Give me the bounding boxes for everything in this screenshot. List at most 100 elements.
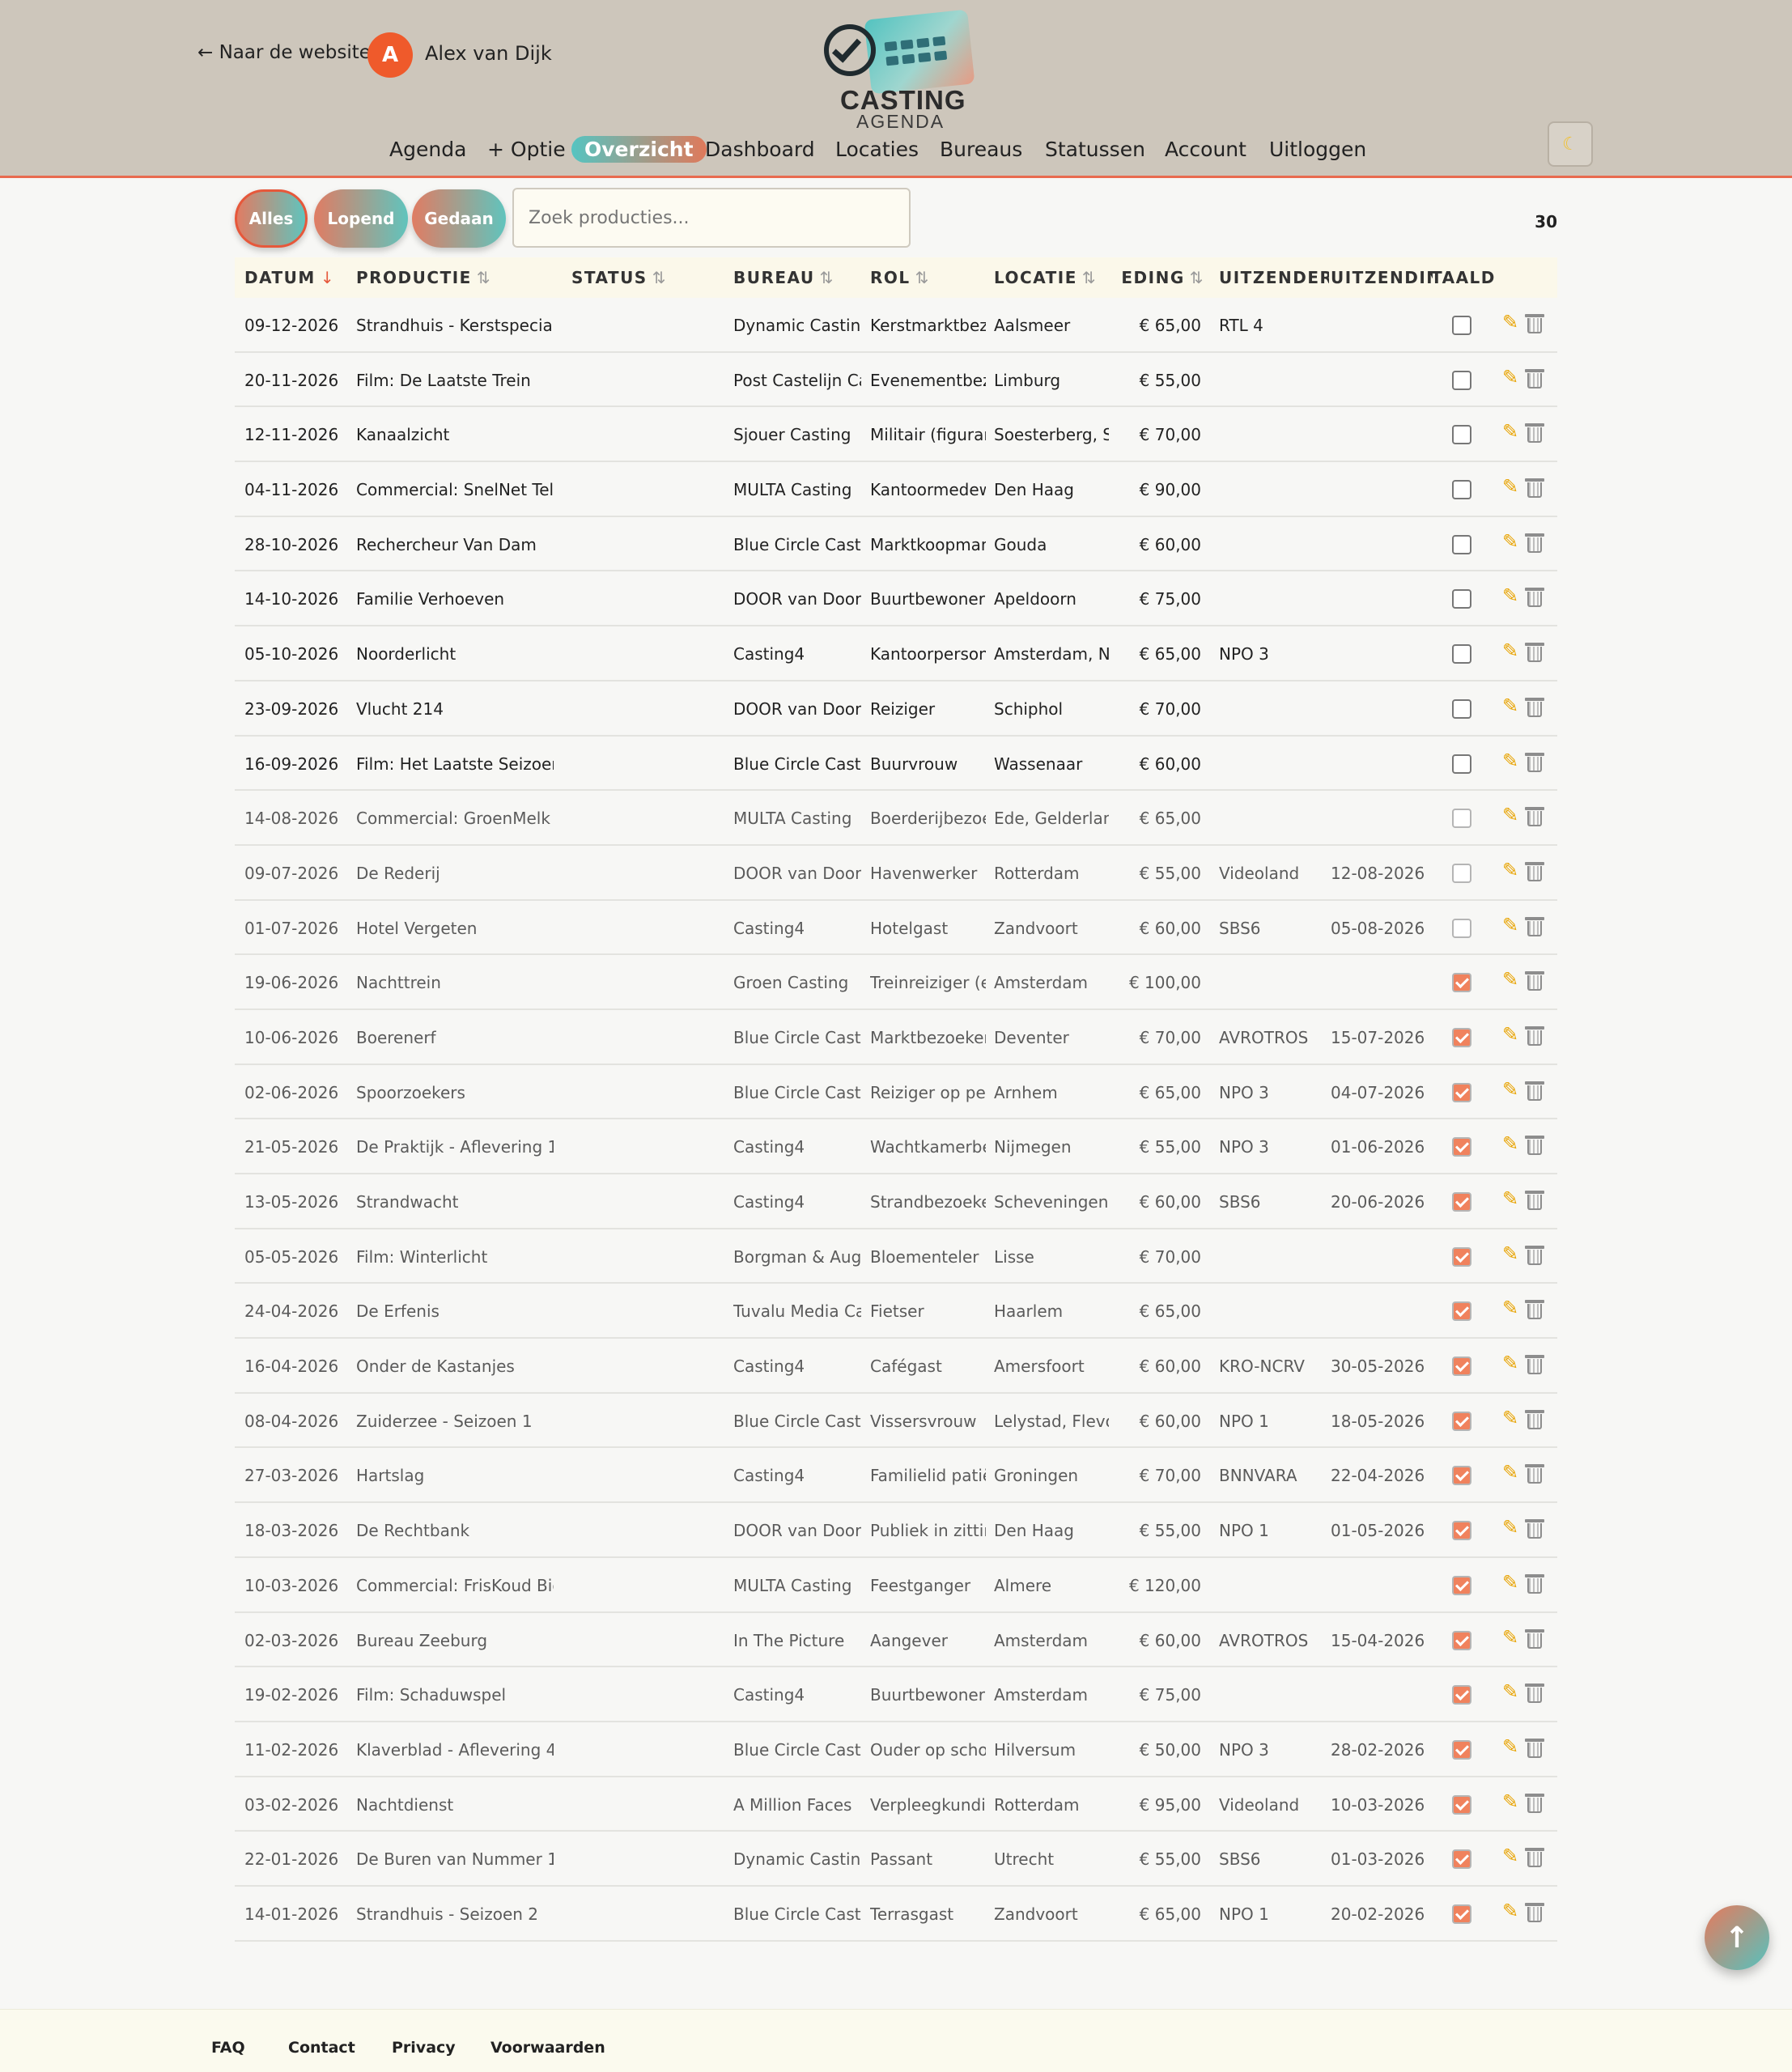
table-row[interactable]: 05-05-2026 Film: Winterlicht Borgman & Aug… bbox=[235, 1229, 1557, 1284]
trash-icon[interactable] bbox=[1525, 1464, 1544, 1484]
trash-icon[interactable] bbox=[1525, 1191, 1544, 1210]
paid-checkbox[interactable] bbox=[1452, 589, 1471, 609]
table-row[interactable]: 09-07-2026 De Rederij DOOR van Doore Havenw… bbox=[235, 846, 1557, 901]
pencil-icon[interactable]: ✎ bbox=[1502, 1735, 1518, 1758]
table-row[interactable]: 10-06-2026 Boerenerf Blue Circle Castir Mar… bbox=[235, 1010, 1557, 1065]
trash-icon[interactable] bbox=[1525, 1573, 1544, 1594]
paid-checkbox[interactable] bbox=[1452, 1357, 1471, 1377]
column-header-betaald[interactable]: TAALD bbox=[1431, 268, 1496, 287]
trash-icon[interactable] bbox=[1525, 368, 1544, 388]
paid-checkbox[interactable] bbox=[1452, 1137, 1471, 1157]
back-to-website-link[interactable]: ← Naar de website bbox=[197, 42, 371, 63]
column-header-bureau[interactable]: BUREAU ⇅ bbox=[733, 268, 863, 287]
table-row[interactable]: 20-11-2026 Film: De Laatste Trein Post Cas… bbox=[235, 353, 1557, 408]
footer-contact-link[interactable]: Contact bbox=[288, 2039, 355, 2057]
paid-checkbox[interactable] bbox=[1452, 1411, 1471, 1431]
pencil-icon[interactable]: ✎ bbox=[1502, 1297, 1518, 1319]
trash-icon[interactable] bbox=[1525, 1684, 1544, 1704]
table-row[interactable]: 19-06-2026 Nachttrein Groen Casting Treinre… bbox=[235, 955, 1557, 1010]
table-row[interactable]: 19-02-2026 Film: Schaduwspel Casting4 Buurt… bbox=[235, 1667, 1557, 1722]
nav-agenda[interactable]: Agenda bbox=[389, 138, 466, 161]
trash-icon[interactable] bbox=[1525, 643, 1544, 663]
table-row[interactable]: 27-03-2026 Hartslag Casting4 Familielid pat… bbox=[235, 1448, 1557, 1504]
trash-icon[interactable] bbox=[1525, 1628, 1544, 1649]
filter-gedaan-button[interactable]: Gedaan bbox=[412, 189, 506, 248]
pencil-icon[interactable]: ✎ bbox=[1502, 968, 1518, 991]
column-header-locatie[interactable]: LOCATIE ⇅ bbox=[994, 268, 1107, 287]
table-row[interactable]: 14-10-2026 Familie Verhoeven DOOR van Door… bbox=[235, 571, 1557, 627]
column-header-vergoeding[interactable]: EDING ⇅ bbox=[1109, 268, 1204, 287]
paid-checkbox[interactable] bbox=[1452, 1849, 1471, 1870]
trash-icon[interactable] bbox=[1525, 533, 1544, 553]
scroll-to-top-button[interactable]: ↑ bbox=[1705, 1905, 1769, 1970]
table-row[interactable]: 18-03-2026 De Rechtbank DOOR van Doore Publ… bbox=[235, 1503, 1557, 1558]
pencil-icon[interactable]: ✎ bbox=[1502, 1407, 1518, 1429]
pencil-icon[interactable]: ✎ bbox=[1502, 859, 1518, 881]
table-row[interactable]: 14-08-2026 Commercial: GroenMelk Zui MULTA… bbox=[235, 791, 1557, 846]
search-input[interactable] bbox=[512, 188, 911, 248]
table-row[interactable]: 21-05-2026 De Praktijk - Aflevering 12 Cas… bbox=[235, 1119, 1557, 1174]
column-header-rol[interactable]: ROL ⇅ bbox=[870, 268, 987, 287]
column-header-status[interactable]: STATUS ⇅ bbox=[571, 268, 725, 287]
pencil-icon[interactable]: ✎ bbox=[1502, 1516, 1518, 1539]
table-row[interactable]: 03-02-2026 Nachtdienst A Million Faces Verp… bbox=[235, 1777, 1557, 1832]
pencil-icon[interactable]: ✎ bbox=[1502, 1242, 1518, 1265]
paid-checkbox[interactable] bbox=[1452, 1794, 1471, 1815]
trash-icon[interactable] bbox=[1525, 752, 1544, 772]
pencil-icon[interactable]: ✎ bbox=[1502, 1078, 1518, 1101]
pencil-icon[interactable]: ✎ bbox=[1502, 1680, 1518, 1703]
trash-icon[interactable] bbox=[1525, 1738, 1544, 1758]
paid-checkbox[interactable] bbox=[1452, 480, 1471, 500]
paid-checkbox[interactable] bbox=[1452, 1301, 1471, 1322]
table-row[interactable]: 01-07-2026 Hotel Vergeten Casting4 Hotelgas… bbox=[235, 901, 1557, 956]
pencil-icon[interactable]: ✎ bbox=[1502, 1023, 1518, 1046]
nav-account[interactable]: Account bbox=[1165, 138, 1246, 161]
trash-icon[interactable] bbox=[1525, 1848, 1544, 1868]
pencil-icon[interactable]: ✎ bbox=[1502, 1352, 1518, 1374]
footer-voorwaarden-link[interactable]: Voorwaarden bbox=[490, 2039, 605, 2057]
trash-icon[interactable] bbox=[1525, 314, 1544, 333]
paid-checkbox[interactable] bbox=[1452, 754, 1471, 774]
trash-icon[interactable] bbox=[1525, 971, 1544, 991]
pencil-icon[interactable]: ✎ bbox=[1502, 1187, 1518, 1210]
trash-icon[interactable] bbox=[1525, 1081, 1544, 1101]
paid-checkbox[interactable] bbox=[1452, 973, 1471, 993]
nav-overzicht[interactable]: Overzicht bbox=[571, 136, 707, 163]
table-row[interactable]: 10-03-2026 Commercial: FrisKoud Bier MULTA… bbox=[235, 1558, 1557, 1613]
paid-checkbox[interactable] bbox=[1452, 1685, 1471, 1705]
theme-toggle-button[interactable]: ☾ bbox=[1548, 121, 1593, 167]
nav-statussen[interactable]: Statussen bbox=[1045, 138, 1145, 161]
table-row[interactable]: 22-01-2026 De Buren van Nummer 12 Dynamic … bbox=[235, 1832, 1557, 1887]
pencil-icon[interactable]: ✎ bbox=[1502, 1845, 1518, 1867]
trash-icon[interactable] bbox=[1525, 1136, 1544, 1156]
paid-checkbox[interactable] bbox=[1452, 425, 1471, 445]
table-row[interactable]: 14-01-2026 Strandhuis - Seizoen 2 Blue Cir… bbox=[235, 1887, 1557, 1942]
nav-uitloggen[interactable]: Uitloggen bbox=[1269, 138, 1366, 161]
paid-checkbox[interactable] bbox=[1452, 1630, 1471, 1650]
paid-checkbox[interactable] bbox=[1452, 1246, 1471, 1267]
trash-icon[interactable] bbox=[1525, 861, 1544, 881]
table-row[interactable]: 16-04-2026 Onder de Kastanjes Casting4 Café… bbox=[235, 1339, 1557, 1394]
pencil-icon[interactable]: ✎ bbox=[1502, 694, 1518, 717]
filter-alles-button[interactable]: Alles bbox=[235, 189, 308, 248]
column-header-productie[interactable]: PRODUCTIE ⇅ bbox=[356, 268, 550, 287]
filter-lopend-button[interactable]: Lopend bbox=[314, 189, 408, 248]
pencil-icon[interactable]: ✎ bbox=[1502, 1900, 1518, 1922]
table-row[interactable]: 11-02-2026 Klaverblad - Aflevering 44 Blue… bbox=[235, 1722, 1557, 1777]
pencil-icon[interactable]: ✎ bbox=[1502, 804, 1518, 826]
trash-icon[interactable] bbox=[1525, 1355, 1544, 1375]
column-header-uitzender[interactable]: UITZENDER bbox=[1219, 268, 1329, 287]
paid-checkbox[interactable] bbox=[1452, 316, 1471, 335]
pencil-icon[interactable]: ✎ bbox=[1502, 530, 1518, 553]
trash-icon[interactable] bbox=[1525, 697, 1544, 717]
paid-checkbox[interactable] bbox=[1452, 1466, 1471, 1486]
pencil-icon[interactable]: ✎ bbox=[1502, 639, 1518, 662]
column-header-datum[interactable]: DATUM ↓ bbox=[244, 268, 342, 287]
paid-checkbox[interactable] bbox=[1452, 1521, 1471, 1541]
table-row[interactable]: 28-10-2026 Rechercheur Van Dam Blue Circle… bbox=[235, 517, 1557, 572]
trash-icon[interactable] bbox=[1525, 1245, 1544, 1265]
trash-icon[interactable] bbox=[1525, 1519, 1544, 1539]
footer-faq-link[interactable]: FAQ bbox=[211, 2039, 245, 2057]
table-row[interactable]: 05-10-2026 Noorderlicht Casting4 Kantoorper… bbox=[235, 626, 1557, 681]
nav-dashboard[interactable]: Dashboard bbox=[705, 138, 815, 161]
